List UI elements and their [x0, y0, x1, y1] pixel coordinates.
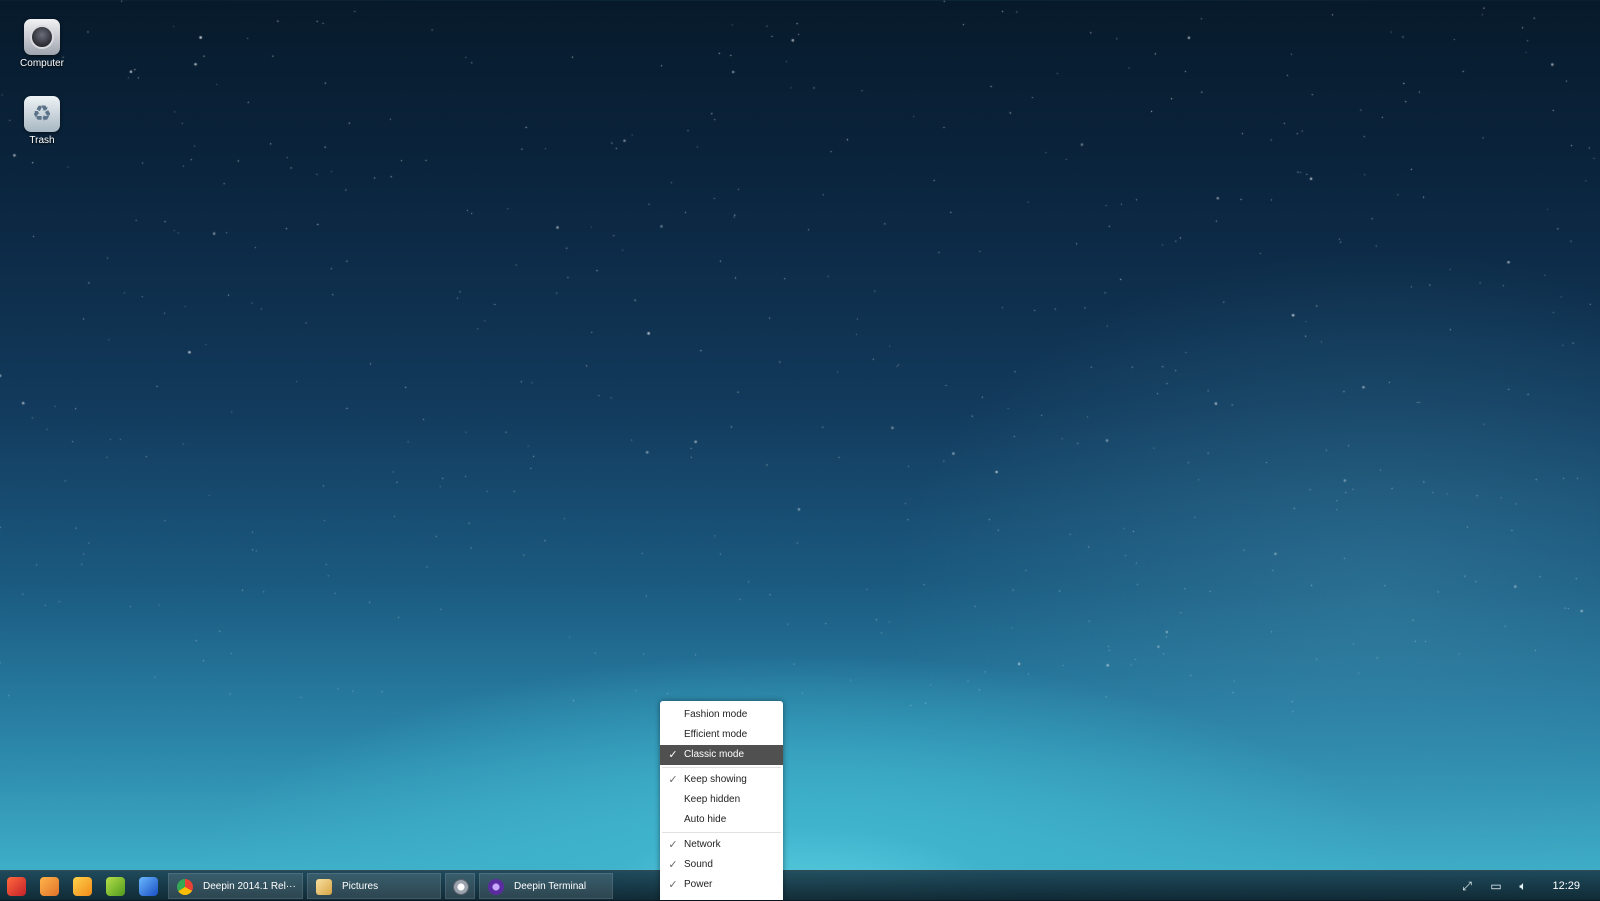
menu-item-classic-mode[interactable]: ✓ Classic mode [660, 745, 783, 765]
starfield-wallpaper [0, 0, 1600, 900]
menu-item-fashion-mode[interactable]: Fashion mode [660, 705, 783, 725]
check-icon: ✓ [668, 859, 678, 871]
menu-separator [662, 767, 781, 768]
menu-item-sound[interactable]: ✓ Sound [660, 855, 783, 875]
computer-icon [24, 19, 60, 55]
menu-item-label: Keep hidden [684, 794, 741, 805]
chrome-icon [177, 879, 193, 895]
network-icon[interactable]: ⤢ [1460, 879, 1474, 893]
check-icon: ✓ [668, 749, 678, 761]
desktop-icon-computer[interactable]: Computer [7, 19, 77, 69]
menu-item-label: Fashion mode [684, 709, 748, 720]
task-chrome-window[interactable]: Deepin 2014.1 Rel··· [168, 873, 303, 899]
folder-icon [316, 879, 332, 895]
trash-icon [24, 96, 60, 132]
dock-context-menu: Fashion mode Efficient mode ✓ Classic mo… [660, 701, 783, 900]
task-label: Deepin Terminal [514, 881, 587, 892]
menu-item-label: Network [684, 839, 721, 850]
file-manager-icon[interactable] [40, 877, 59, 896]
battery-icon[interactable]: ▭ [1489, 879, 1503, 893]
menu-item-label: Classic mode [684, 749, 745, 760]
menu-item-label: Auto hide [684, 814, 727, 825]
menu-item-efficient-mode[interactable]: Efficient mode [660, 725, 783, 745]
menu-item-label: Sound [684, 859, 713, 870]
menu-item-power[interactable]: ✓ Power [660, 875, 783, 895]
task-label: Pictures [342, 881, 379, 892]
settings-icon [453, 879, 469, 895]
clock[interactable]: 12:29 [1552, 871, 1580, 901]
taskbar: Deepin 2014.1 Rel··· Pictures Deepin Ter… [0, 870, 1600, 901]
check-icon: ✓ [668, 879, 678, 891]
menu-item-keep-hidden[interactable]: Keep hidden [660, 790, 783, 810]
menu-item-label: Power [684, 879, 713, 890]
check-icon: ✓ [668, 839, 678, 851]
check-icon: ✓ [668, 774, 678, 786]
menu-item-auto-hide[interactable]: Auto hide [660, 810, 783, 830]
task-pictures-window[interactable]: Pictures [307, 873, 441, 899]
task-settings-window[interactable] [445, 873, 475, 899]
menu-item-label: Efficient mode [684, 729, 748, 740]
software-center-icon[interactable] [106, 877, 125, 896]
volume-icon[interactable]: 🔈︎ [1516, 879, 1530, 893]
browser-icon[interactable] [139, 877, 158, 896]
desktop-icon-label: Computer [20, 58, 64, 69]
desktop-icon-trash[interactable]: Trash [7, 96, 77, 146]
desktop-icon-label: Trash [29, 135, 55, 146]
menu-item-label: Keep showing [684, 774, 747, 785]
task-label: Deepin 2014.1 Rel··· [203, 881, 296, 892]
task-terminal-window[interactable]: Deepin Terminal [479, 873, 613, 899]
terminal-icon [488, 879, 504, 895]
launcher-icon[interactable] [7, 877, 26, 896]
menu-separator [662, 832, 781, 833]
menu-item-network[interactable]: ✓ Network [660, 835, 783, 855]
music-icon[interactable] [73, 877, 92, 896]
menu-item-keep-showing[interactable]: ✓ Keep showing [660, 770, 783, 790]
